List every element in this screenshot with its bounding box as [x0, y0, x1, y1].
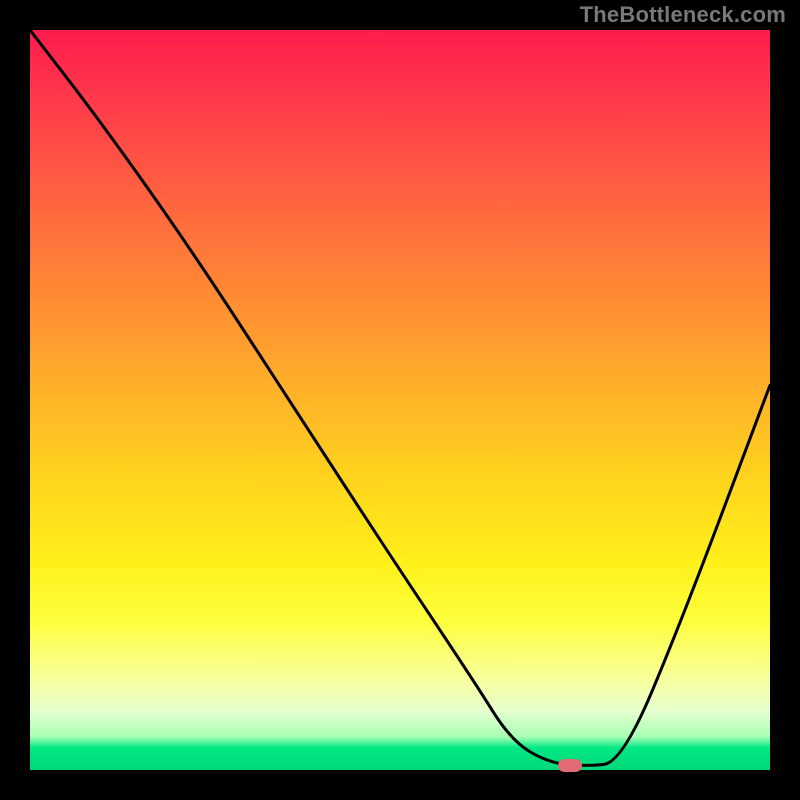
optimal-point-marker	[558, 759, 582, 772]
bottleneck-curve-svg	[30, 30, 770, 770]
chart-stage: TheBottleneck.com	[0, 0, 800, 800]
watermark-text: TheBottleneck.com	[580, 2, 786, 28]
bottleneck-curve-path	[30, 30, 770, 765]
